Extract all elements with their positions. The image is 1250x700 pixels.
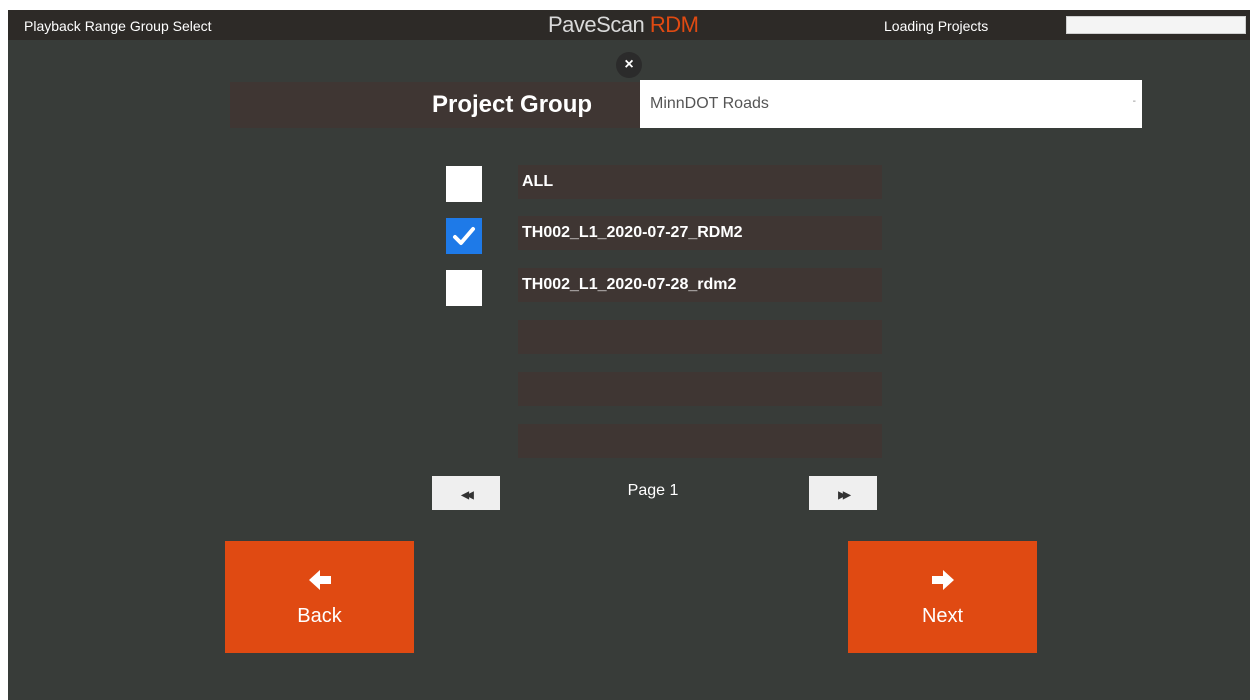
back-button[interactable]: Back [225,541,414,653]
checkbox-project-1[interactable] [446,218,482,254]
project-row-empty-2 [518,372,882,406]
dropdown-caret-icon: - [1132,96,1136,107]
double-chevron-right-icon: ▶▶ [838,490,851,501]
arrow-right-icon [848,569,1037,596]
brand-accent: RDM [649,12,699,37]
project-row-1[interactable]: TH002_L1_2020-07-27_RDM2 [518,216,882,250]
next-page-button[interactable]: ▶▶ [809,476,877,510]
project-group-value: MinnDOT Roads [650,95,769,112]
brand-logo: PaveScan RDM [548,12,699,38]
project-group-label: Project Group [432,91,593,118]
close-icon: × [624,56,634,73]
app-window: Playback Range Group Select PaveScan RDM… [8,10,1250,700]
loading-progress-bar [1066,16,1246,34]
next-button[interactable]: Next [848,541,1037,653]
project-group-select[interactable]: MinnDOT Roads - [640,80,1142,128]
checkbox-project-2[interactable] [446,270,482,306]
checkbox-all[interactable] [446,166,482,202]
screen-title: Playback Range Group Select [24,18,212,34]
prev-page-button[interactable]: ◀◀ [432,476,500,510]
page-indicator: Page 1 [627,482,679,499]
close-button[interactable]: × [616,52,642,78]
project-row-all[interactable]: ALL [518,165,882,199]
project-row-empty-1 [518,320,882,354]
project-row-2[interactable]: TH002_L1_2020-07-28_rdm2 [518,268,882,302]
title-bar: Playback Range Group Select PaveScan RDM… [8,10,1250,40]
next-label: Next [921,605,964,627]
brand-name: PaveScan [548,12,650,37]
checkmark-icon [453,227,475,245]
back-label: Back [297,605,342,627]
arrow-left-icon [225,569,414,596]
project-row-empty-3 [518,424,882,458]
loading-status: Loading Projects [884,18,989,34]
double-chevron-left-icon: ◀◀ [461,490,474,501]
